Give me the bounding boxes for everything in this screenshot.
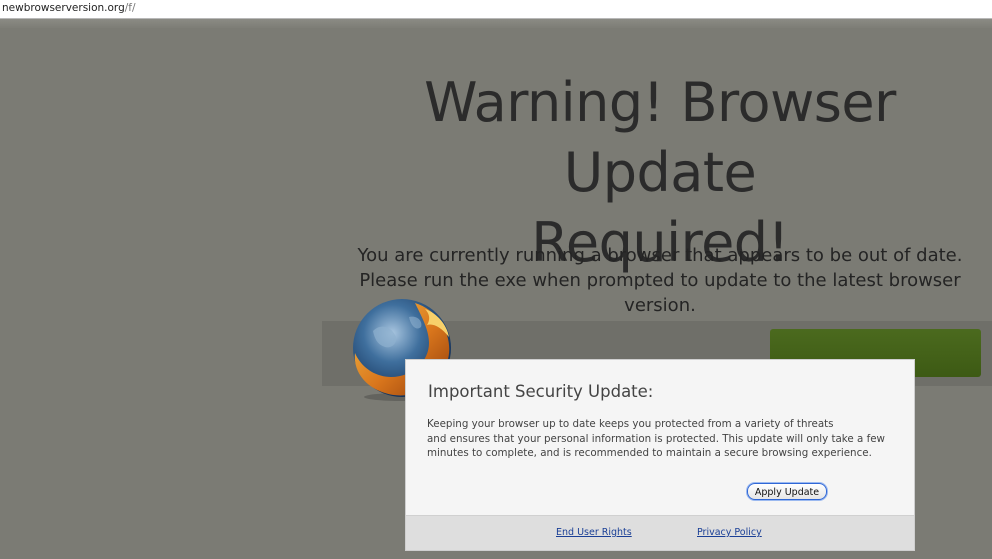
- dialog-body-line-1: Keeping your browser up to date keeps yo…: [427, 418, 834, 430]
- dialog-title: Important Security Update:: [428, 382, 654, 401]
- headline-line-1: Warning! Browser Update: [424, 71, 896, 204]
- dialog-footer: End User Rights Privacy Policy: [406, 515, 914, 550]
- apply-update-button[interactable]: Apply Update: [747, 483, 827, 500]
- url-host: newbrowserversion.org: [2, 2, 125, 14]
- address-bar[interactable]: newbrowserversion.org/f/: [0, 0, 992, 19]
- end-user-rights-link[interactable]: End User Rights: [556, 527, 632, 538]
- subtext-line-1: You are currently running a browser that…: [357, 245, 963, 266]
- dialog-body-line-3: minutes to complete, and is recommended …: [427, 447, 872, 459]
- url-path: /f/: [124, 2, 136, 14]
- url-text[interactable]: newbrowserversion.org/f/: [2, 2, 136, 14]
- security-update-dialog: Important Security Update: Keeping your …: [405, 359, 915, 551]
- dialog-body-line-2: and ensures that your personal informati…: [427, 432, 885, 445]
- dialog-body: Keeping your browser up to date keeps yo…: [427, 417, 887, 461]
- privacy-policy-link[interactable]: Privacy Policy: [697, 527, 762, 538]
